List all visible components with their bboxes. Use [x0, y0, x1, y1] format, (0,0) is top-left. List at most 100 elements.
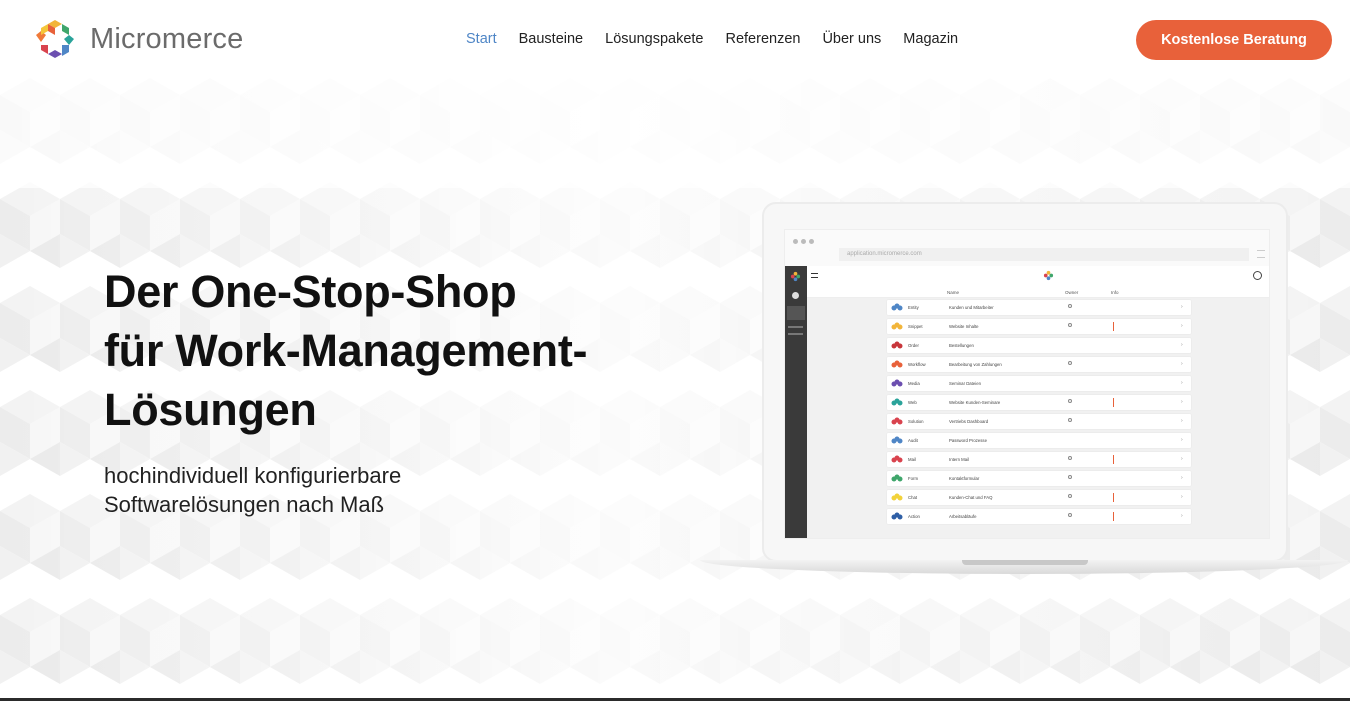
- list-item[interactable]: Snippet Website Inhalte ›: [887, 319, 1191, 334]
- free-consultation-button[interactable]: Kostenlose Beratung: [1136, 20, 1332, 60]
- chevron-right-icon[interactable]: ›: [1181, 342, 1183, 348]
- chevron-right-icon[interactable]: ›: [1181, 418, 1183, 424]
- laptop-notch: [962, 560, 1088, 565]
- window-dot-icon: [809, 239, 814, 244]
- micromerce-logo-icon: [36, 20, 74, 58]
- module-name: Entity: [908, 305, 919, 310]
- owner-avatar-icon: [1068, 399, 1072, 403]
- chevron-right-icon[interactable]: ›: [1181, 399, 1183, 405]
- hero-subtitle: hochindividuell konfigurierbare Software…: [104, 461, 401, 519]
- module-icon: [891, 303, 903, 311]
- list-item[interactable]: Form Kontaktformular ›: [887, 471, 1191, 486]
- list-item[interactable]: Order Bestellungen ›: [887, 338, 1191, 353]
- list-item[interactable]: Entity Kunden und Mitarbeiter ›: [887, 300, 1191, 315]
- sidebar-item[interactable]: [788, 326, 803, 328]
- module-name: Action: [908, 514, 920, 519]
- nav-bausteine[interactable]: Bausteine: [519, 31, 584, 47]
- module-icon: [891, 379, 903, 387]
- module-icon: [891, 360, 903, 368]
- module-icon: [891, 512, 903, 520]
- module-icon: [891, 474, 903, 482]
- owner-avatar-icon: [1068, 513, 1072, 517]
- hamburger-menu-icon[interactable]: [811, 273, 818, 278]
- laptop-lid: application.micromerce.com Name Owner In…: [762, 202, 1288, 562]
- nav-referenzen[interactable]: Referenzen: [725, 31, 800, 47]
- browser-menu-icon: [1257, 250, 1265, 258]
- owner-avatar-icon: [1068, 456, 1072, 460]
- module-description: Vertriebs Dashboard: [949, 419, 989, 424]
- chevron-right-icon[interactable]: ›: [1181, 323, 1183, 329]
- module-name: Media: [908, 381, 920, 386]
- module-description: Kontaktformular: [949, 476, 980, 481]
- module-description: Website Kunden-Seminare: [949, 400, 1001, 405]
- hero-title-line: für Work-Management-: [104, 325, 588, 376]
- module-description: Kunden-Chat und FAQ: [949, 495, 993, 500]
- module-description: Intern Mail: [949, 457, 970, 462]
- app-list: Entity Kunden und Mitarbeiter › Snippet Webs…: [807, 298, 1269, 538]
- module-description: Bestellungen: [949, 343, 974, 348]
- window-dot-icon: [801, 239, 806, 244]
- list-item[interactable]: Web Website Kunden-Seminare ›: [887, 395, 1191, 410]
- module-description: Bearbeitung von Zahlungen: [949, 362, 1002, 367]
- module-description: Arbeitsabläufe: [949, 514, 977, 519]
- chevron-right-icon[interactable]: ›: [1181, 456, 1183, 462]
- list-item[interactable]: Media Seminar Dateien ›: [887, 376, 1191, 391]
- chevron-right-icon[interactable]: ›: [1181, 475, 1183, 481]
- nav-magazin[interactable]: Magazin: [903, 31, 958, 47]
- main-navigation: Start Bausteine Lösungspakete Referenzen…: [466, 31, 980, 47]
- info-marker: [1113, 455, 1114, 464]
- hero-title-line: Der One-Stop-Shop: [104, 266, 517, 317]
- window-dot-icon: [793, 239, 798, 244]
- module-icon: [891, 436, 903, 444]
- module-description: Password Prozesse: [949, 438, 987, 443]
- info-marker: [1113, 493, 1114, 502]
- module-description: Website Inhalte: [949, 324, 979, 329]
- list-item[interactable]: Solution Vertriebs Dashboard ›: [887, 414, 1191, 429]
- list-item[interactable]: Workflow Bearbeitung von Zahlungen ›: [887, 357, 1191, 372]
- module-icon: [891, 322, 903, 330]
- sidebar-nav-icon[interactable]: [792, 292, 799, 299]
- module-name: Solution: [908, 419, 924, 424]
- chevron-right-icon[interactable]: ›: [1181, 513, 1183, 519]
- app-topbar: Name Owner Info: [807, 266, 1269, 298]
- module-icon: [891, 417, 903, 425]
- list-item[interactable]: Mail Intern Mail ›: [887, 452, 1191, 467]
- app-preview-screen: application.micromerce.com Name Owner In…: [784, 229, 1270, 539]
- list-item[interactable]: Action Arbeitsabläufe ›: [887, 509, 1191, 524]
- app-logo-icon: [790, 271, 801, 282]
- owner-avatar-icon: [1068, 323, 1072, 327]
- site-header: Micromerce Start Bausteine Lösungspakete…: [0, 0, 1350, 78]
- module-name: Mail: [908, 457, 916, 462]
- list-item[interactable]: Chat Kunden-Chat und FAQ ›: [887, 490, 1191, 505]
- browser-chrome: application.micromerce.com: [785, 230, 1269, 266]
- brand-logo[interactable]: Micromerce: [34, 18, 243, 60]
- info-marker: [1113, 322, 1114, 331]
- sidebar-item[interactable]: [788, 333, 803, 335]
- chevron-right-icon[interactable]: ›: [1181, 437, 1183, 443]
- list-item[interactable]: Audit Password Prozesse ›: [887, 433, 1191, 448]
- nav-loesungspakete[interactable]: Lösungspakete: [605, 31, 703, 47]
- hero-title: Der One-Stop-Shop für Work-Management- L…: [104, 262, 588, 439]
- chevron-right-icon[interactable]: ›: [1181, 380, 1183, 386]
- column-header-name: Name: [947, 290, 960, 295]
- user-account-icon[interactable]: [1253, 271, 1262, 280]
- module-name: Chat: [908, 495, 918, 500]
- module-name: Snippet: [908, 324, 923, 329]
- chevron-right-icon[interactable]: ›: [1181, 304, 1183, 310]
- column-header-owner: Owner: [1065, 290, 1079, 295]
- laptop-mockup: application.micromerce.com Name Owner In…: [700, 200, 1348, 580]
- module-icon: [891, 398, 903, 406]
- brand-name: Micromerce: [90, 22, 244, 55]
- owner-avatar-icon: [1068, 304, 1072, 308]
- nav-ueber-uns[interactable]: Über uns: [822, 31, 881, 47]
- sidebar-active-item[interactable]: [787, 306, 805, 320]
- module-icon: [891, 341, 903, 349]
- module-description: Seminar Dateien: [949, 381, 982, 386]
- nav-start[interactable]: Start: [466, 31, 497, 47]
- owner-avatar-icon: [1068, 494, 1072, 498]
- chevron-right-icon[interactable]: ›: [1181, 361, 1183, 367]
- info-marker: [1113, 512, 1114, 521]
- chevron-right-icon[interactable]: ›: [1181, 494, 1183, 500]
- address-bar: application.micromerce.com: [839, 248, 1249, 261]
- hero-subtitle-line: hochindividuell konfigurierbare: [104, 463, 402, 488]
